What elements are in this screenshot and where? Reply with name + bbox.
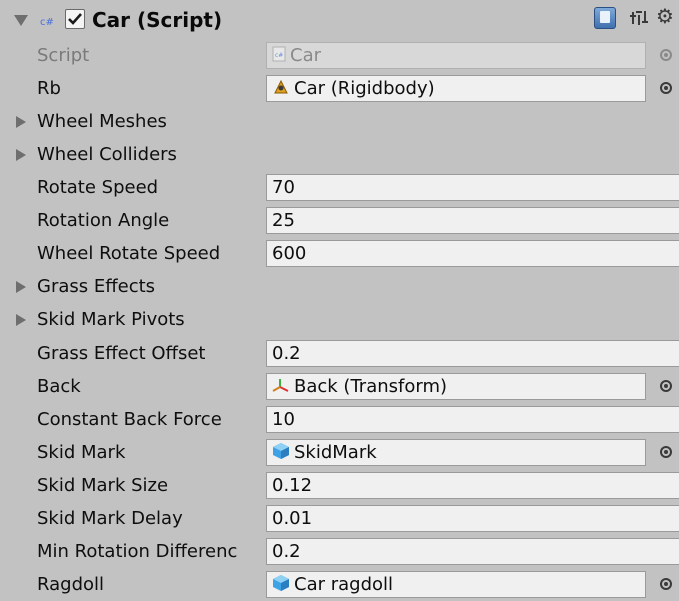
field-row-wheel-rotate-speed: Wheel Rotate Speed 600 (0, 237, 679, 270)
field-row-skid-mark-delay: Skid Mark Delay 0.01 (0, 502, 679, 535)
constant-back-force-input[interactable]: 10 (266, 406, 679, 433)
foldout-wheel-colliders[interactable]: Wheel Colliders (0, 138, 679, 171)
wheel-rotate-speed-input[interactable]: 600 (266, 240, 679, 267)
field-row-ragdoll: Ragdoll Car ragdoll (0, 568, 679, 601)
rotate-speed-input[interactable]: 70 (266, 174, 679, 201)
back-object-field[interactable]: Back (Transform) (266, 373, 646, 400)
foldout-grass-effects[interactable]: Grass Effects (0, 270, 679, 303)
prefab-cube-icon (273, 575, 289, 591)
field-label: Rotate Speed (37, 177, 159, 198)
field-row-rotation-angle: Rotation Angle 25 (0, 204, 679, 237)
foldout-skid-mark-pivots[interactable]: Skid Mark Pivots (0, 303, 679, 336)
foldout-label[interactable]: Grass Effects (37, 270, 265, 303)
field-label: Wheel Rotate Speed (37, 243, 221, 264)
field-label: Min Rotation Differenc (37, 541, 238, 562)
field-label: Skid Mark Size (37, 475, 169, 496)
object-picker-icon[interactable] (660, 446, 672, 458)
field-row-grass-effect-offset: Grass Effect Offset 0.2 (0, 337, 679, 370)
field-row-skid-mark: Skid Mark SkidMark (0, 436, 679, 469)
svg-text:c#: c# (275, 52, 283, 59)
csharp-script-icon: c# (40, 17, 54, 28)
component-enabled-checkbox[interactable] (65, 9, 85, 29)
script-object-field: c# Car (266, 42, 646, 69)
object-picker-icon (660, 49, 672, 61)
preset-icon[interactable] (630, 9, 648, 27)
skid-mark-object-field[interactable]: SkidMark (266, 439, 646, 466)
foldout-arrow-icon[interactable] (16, 116, 26, 128)
field-row-back: Back Back (Transform) (0, 370, 679, 403)
foldout-wheel-meshes[interactable]: Wheel Meshes (0, 105, 679, 138)
skid-mark-delay-input[interactable]: 0.01 (266, 505, 679, 532)
field-row-rb: Rb Car (Rigidbody) (0, 72, 679, 105)
foldout-label[interactable]: Skid Mark Pivots (37, 303, 265, 336)
prefab-cube-icon (273, 443, 289, 459)
field-label: Skid Mark Delay (37, 508, 183, 529)
field-label: Skid Mark (37, 442, 126, 463)
foldout-arrow-icon[interactable] (16, 149, 26, 161)
field-row-rotate-speed: Rotate Speed 70 (0, 171, 679, 204)
rotation-angle-input[interactable]: 25 (266, 207, 679, 234)
field-label: Rb (37, 78, 61, 99)
field-label: Rotation Angle (37, 210, 170, 231)
foldout-arrow-icon[interactable] (16, 281, 26, 293)
field-label: Script (37, 45, 90, 66)
rb-object-field[interactable]: Car (Rigidbody) (266, 75, 646, 102)
skid-mark-size-input[interactable]: 0.12 (266, 472, 679, 499)
foldout-arrow-icon[interactable] (16, 314, 26, 326)
transform-icon (272, 379, 289, 392)
object-picker-icon[interactable] (660, 578, 672, 590)
collapse-arrow-icon[interactable] (14, 15, 28, 26)
field-label: Constant Back Force (37, 409, 222, 430)
field-label: Ragdoll (37, 574, 105, 595)
field-row-constant-back-force: Constant Back Force 10 (0, 403, 679, 436)
object-picker-icon[interactable] (660, 380, 672, 392)
script-file-icon: c# (272, 46, 286, 62)
help-book-icon[interactable] (594, 7, 616, 29)
field-label: Back (37, 376, 81, 397)
min-rotation-difference-input[interactable]: 0.2 (266, 538, 679, 565)
gear-icon[interactable]: ⚙ (656, 5, 674, 27)
field-row-script: Script c# Car (0, 39, 679, 72)
foldout-label[interactable]: Wheel Meshes (37, 105, 265, 138)
field-row-min-rotation-difference: Min Rotation Differenc 0.2 (0, 535, 679, 568)
component-header: c# Car (Script) ⚙ (0, 0, 679, 40)
foldout-label[interactable]: Wheel Colliders (37, 138, 265, 171)
field-row-skid-mark-size: Skid Mark Size 0.12 (0, 469, 679, 502)
rigidbody-icon (274, 79, 288, 94)
component-title: Car (Script) (92, 8, 223, 32)
field-label: Grass Effect Offset (37, 343, 206, 364)
ragdoll-object-field[interactable]: Car ragdoll (266, 571, 646, 598)
object-picker-icon[interactable] (660, 82, 672, 94)
grass-effect-offset-input[interactable]: 0.2 (266, 340, 679, 367)
